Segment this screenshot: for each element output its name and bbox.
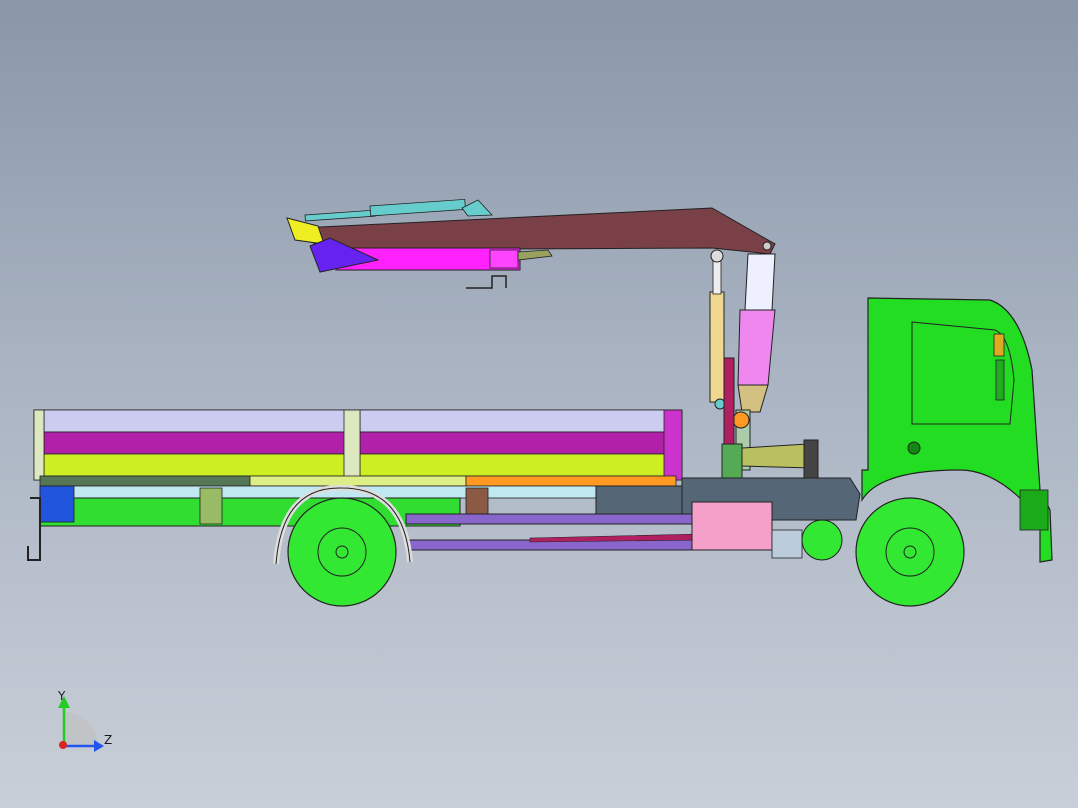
axis-triad: Y Z: [57, 689, 112, 752]
truck-crane-model[interactable]: Y Z: [0, 0, 1078, 808]
cad-viewport[interactable]: Y Z: [0, 0, 1078, 808]
crane-boom[interactable]: [286, 198, 776, 289]
z-axis-label: Z: [104, 733, 112, 747]
rear-wheel[interactable]: [273, 484, 413, 607]
y-axis-label: Y: [57, 689, 66, 703]
cargo-body[interactable]: [33, 409, 683, 487]
